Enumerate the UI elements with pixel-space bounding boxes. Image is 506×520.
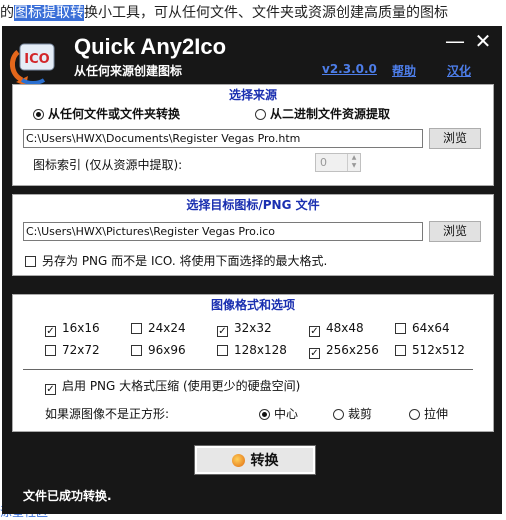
target-path-input[interactable]: C:\Users\HWX\Pictures\Register Vegas Pro…: [23, 222, 423, 241]
size-label: 48x48: [326, 321, 364, 335]
radio-stretch-dot[interactable]: [409, 409, 420, 420]
svg-text:ICO: ICO: [24, 52, 49, 67]
version-link[interactable]: v2.3.0.0: [322, 62, 377, 76]
radio-crop[interactable]: 裁剪: [333, 405, 372, 422]
size-checkbox-box[interactable]: ✓: [217, 326, 228, 337]
size-checkbox-box[interactable]: ✓: [309, 326, 320, 337]
size-label: 24x24: [148, 321, 186, 335]
size-label: 32x32: [234, 321, 272, 335]
background-page-text: 的图标提取转换小工具，可从任何文件、文件夹或资源创建高质量的图标: [0, 0, 506, 28]
background-highlight: 图标提取转: [14, 5, 84, 21]
size-checkbox-box[interactable]: [131, 323, 142, 334]
size-checkbox-72x72[interactable]: 72x72: [45, 343, 100, 357]
radio-from-binary[interactable]: 从二进制文件资源提取: [255, 105, 390, 122]
source-panel: 选择来源 从任何文件或文件夹转换 从二进制文件资源提取 C:\Users\HWX…: [12, 84, 494, 186]
convert-icon: [231, 454, 245, 467]
formats-panel-title: 图像格式和选项: [210, 298, 295, 312]
convert-button[interactable]: 转换: [194, 445, 316, 475]
size-checkbox-box[interactable]: [395, 345, 406, 356]
formats-panel: 图像格式和选项 ✓ 16x16 24x24 ✓ 32x32 ✓ 48x48 64x64 72x7…: [12, 294, 494, 432]
radio-center-dot[interactable]: [259, 409, 270, 420]
close-button[interactable]: ✕: [472, 30, 494, 52]
separator: [23, 369, 473, 370]
spinner-arrows-icon[interactable]: ▲ ▼: [347, 154, 360, 171]
size-label: 64x64: [412, 321, 450, 335]
size-checkbox-128x128[interactable]: 128x128: [217, 343, 287, 357]
source-panel-title: 选择来源: [228, 88, 277, 102]
localize-link[interactable]: 汉化: [447, 62, 471, 79]
size-label: 128x128: [234, 343, 287, 357]
size-label: 16x16: [62, 321, 100, 335]
radio-from-file[interactable]: 从任何文件或文件夹转换: [33, 105, 180, 122]
png-compress-box[interactable]: ✓: [45, 384, 56, 395]
size-checkbox-32x32[interactable]: ✓ 32x32: [217, 321, 272, 337]
size-checkbox-box[interactable]: [395, 323, 406, 334]
icon-index-label: 图标索引 (仅从资源中提取):: [33, 158, 183, 172]
size-label: 512x512: [412, 343, 465, 357]
app-window: ICO Quick Any2Ico 从任何来源创建图标 — ✕ v2.3.0.0…: [2, 26, 502, 514]
source-browse-button[interactable]: 浏览: [429, 128, 481, 149]
size-label: 96x96: [148, 343, 186, 357]
icon-index-spinner[interactable]: 0 ▲ ▼: [315, 153, 361, 172]
radio-center[interactable]: 中心: [259, 405, 298, 422]
status-text: 文件已成功转换.: [23, 489, 112, 503]
size-checkbox-box[interactable]: ✓: [309, 348, 320, 359]
size-checkbox-box[interactable]: [131, 345, 142, 356]
size-checkbox-64x64[interactable]: 64x64: [395, 321, 450, 335]
app-subtitle: 从任何来源创建图标: [74, 64, 183, 78]
size-checkbox-256x256[interactable]: ✓ 256x256: [309, 343, 379, 359]
png-compress-checkbox[interactable]: ✓ 启用 PNG 大格式压缩 (使用更少的硬盘空间): [45, 377, 300, 395]
radio-stretch[interactable]: 拉伸: [409, 405, 448, 422]
size-checkbox-24x24[interactable]: 24x24: [131, 321, 186, 335]
size-checkbox-48x48[interactable]: ✓ 48x48: [309, 321, 364, 337]
save-as-png-box[interactable]: [25, 256, 36, 267]
size-checkbox-96x96[interactable]: 96x96: [131, 343, 186, 357]
size-label: 256x256: [326, 343, 379, 357]
minimize-button[interactable]: —: [444, 30, 466, 52]
app-title: Quick Any2Ico: [74, 34, 227, 59]
target-browse-button[interactable]: 浏览: [429, 221, 481, 242]
nonsquare-label: 如果源图像不是正方形:: [45, 407, 170, 421]
target-panel: 选择目标图标/PNG 文件 C:\Users\HWX\Pictures\Regi…: [12, 194, 494, 276]
size-checkbox-512x512[interactable]: 512x512: [395, 343, 465, 357]
size-checkbox-box[interactable]: [217, 345, 228, 356]
size-checkbox-16x16[interactable]: ✓ 16x16: [45, 321, 100, 337]
radio-from-binary-dot[interactable]: [255, 109, 266, 120]
source-path-input[interactable]: C:\Users\HWX\Documents\Register Vegas Pr…: [23, 129, 423, 148]
app-logo-icon: ICO: [10, 43, 55, 86]
target-panel-title: 选择目标图标/PNG 文件: [186, 198, 320, 212]
size-checkbox-box[interactable]: [45, 345, 56, 356]
size-checkbox-box[interactable]: ✓: [45, 326, 56, 337]
radio-from-file-dot[interactable]: [33, 109, 44, 120]
help-link[interactable]: 帮助: [392, 62, 416, 79]
size-label: 72x72: [62, 343, 100, 357]
save-as-png-checkbox[interactable]: 另存为 PNG 而不是 ICO. 将使用下面选择的最大格式.: [25, 252, 327, 269]
radio-crop-dot[interactable]: [333, 409, 344, 420]
